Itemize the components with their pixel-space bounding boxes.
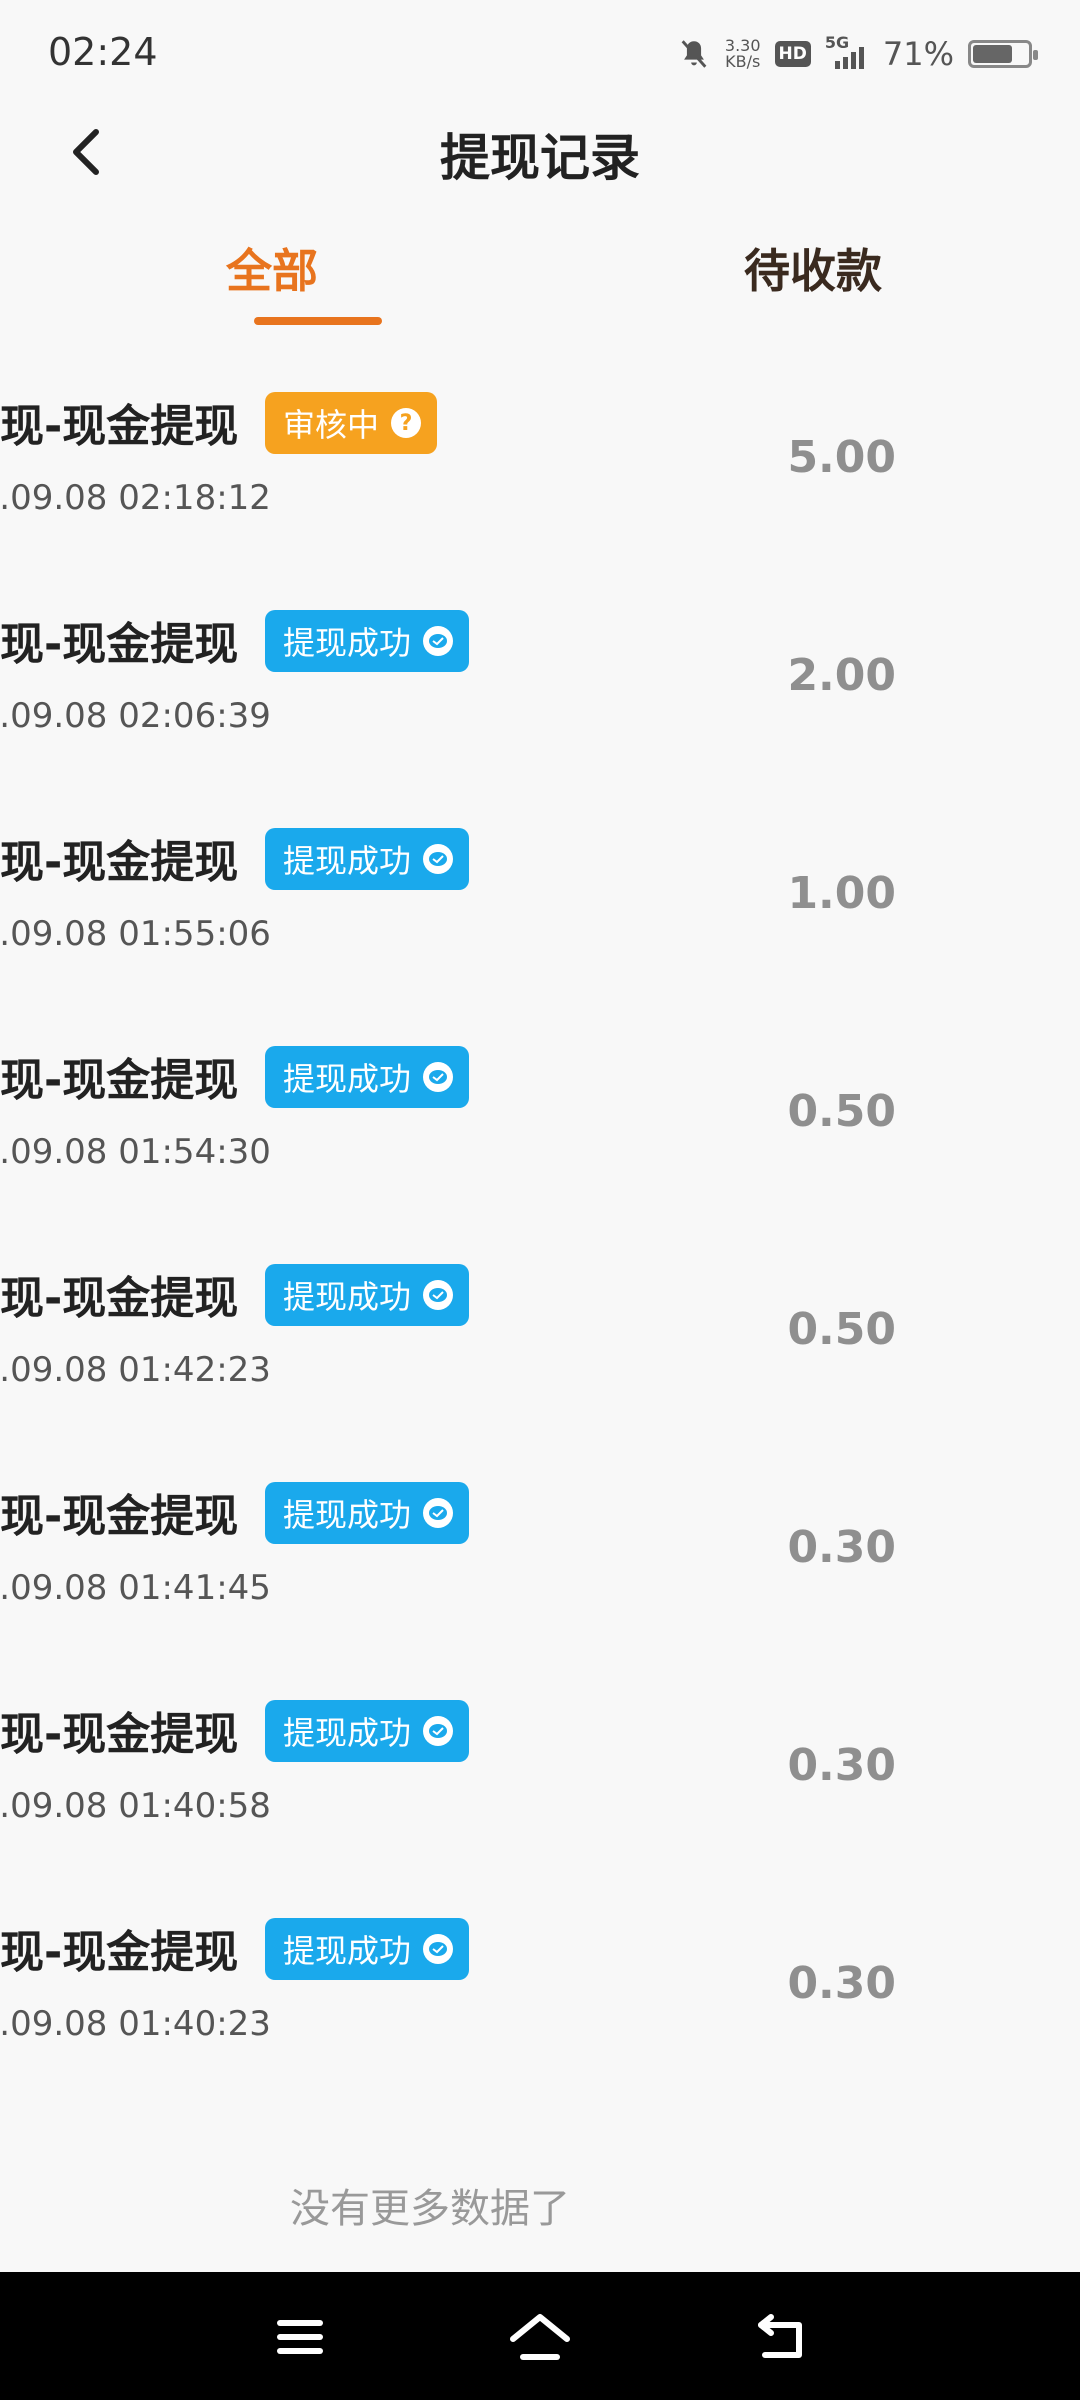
tab-bar: 全部 待收款 xyxy=(0,215,1080,325)
record-time: 26.09.08 01:55:06 xyxy=(0,914,271,954)
active-tab-indicator xyxy=(254,317,382,325)
hd-icon: HD xyxy=(774,41,811,67)
record-time: 26.09.08 02:18:12 xyxy=(0,478,271,518)
record-amount: 0.50 xyxy=(787,1086,896,1137)
tab-all[interactable]: 全部 xyxy=(226,235,318,301)
battery-icon xyxy=(968,40,1038,68)
record-amount: 0.30 xyxy=(787,1740,896,1791)
record-title: 提现-现金提现 xyxy=(0,1273,239,1324)
record-time: 26.09.08 02:06:39 xyxy=(0,696,271,736)
header: 提现记录 xyxy=(0,110,1080,190)
wechat-icon xyxy=(423,626,454,656)
record-title: 提现-现金提现 xyxy=(0,1491,239,1542)
wechat-icon xyxy=(423,1498,454,1528)
network-speed: 3.30 KB/s xyxy=(724,36,761,71)
list-item[interactable]: 提现-现金提现 审核中? 26.09.08 02:18:12 5.00 xyxy=(0,370,1080,570)
menu-icon xyxy=(277,2320,323,2354)
list-item[interactable]: 提现-现金提现 提现成功 26.09.08 01:40:23 0.30 xyxy=(0,1896,1080,2096)
question-icon: ? xyxy=(391,408,422,438)
status-badge: 提现成功 xyxy=(265,1264,470,1326)
record-title: 提现-现金提现 xyxy=(0,1055,239,1106)
wechat-icon xyxy=(423,1062,454,1092)
signal-icon: 5G xyxy=(825,33,869,71)
status-badge: 提现成功 xyxy=(265,610,470,672)
back-nav-button[interactable] xyxy=(746,2302,816,2372)
list-item[interactable]: 提现-现金提现 提现成功 26.09.08 01:40:58 0.30 xyxy=(0,1678,1080,1878)
record-time: 26.09.08 01:40:23 xyxy=(0,2004,271,2044)
list-item[interactable]: 提现-现金提现 提现成功 26.09.08 02:06:39 2.00 xyxy=(0,588,1080,788)
list-item[interactable]: 提现-现金提现 提现成功 26.09.08 01:55:06 1.00 xyxy=(0,806,1080,1006)
status-badge: 提现成功 xyxy=(265,1918,470,1980)
record-time: 26.09.08 01:54:30 xyxy=(0,1132,271,1172)
home-icon xyxy=(510,2314,570,2360)
home-button[interactable] xyxy=(505,2302,575,2372)
list-item[interactable]: 提现-现金提现 提现成功 26.09.08 01:42:23 0.50 xyxy=(0,1242,1080,1442)
record-amount: 1.00 xyxy=(787,868,896,919)
record-amount: 5.00 xyxy=(787,432,896,483)
record-amount: 0.50 xyxy=(787,1304,896,1355)
wechat-icon xyxy=(423,1716,454,1746)
page-title: 提现记录 xyxy=(440,129,640,187)
record-title: 提现-现金提现 xyxy=(0,619,239,670)
record-amount: 2.00 xyxy=(787,650,896,701)
status-badge: 提现成功 xyxy=(265,828,470,890)
record-time: 26.09.08 01:40:58 xyxy=(0,1786,271,1826)
system-nav-bar xyxy=(0,2272,1080,2400)
status-badge: 审核中? xyxy=(265,392,438,454)
record-title: 提现-现金提现 xyxy=(0,401,239,452)
record-time: 26.09.08 01:41:45 xyxy=(0,1568,271,1608)
record-amount: 0.30 xyxy=(787,1958,896,2009)
record-time: 26.09.08 01:42:23 xyxy=(0,1350,271,1390)
record-title: 提现-现金提现 xyxy=(0,1927,239,1978)
record-title: 提现-现金提现 xyxy=(0,1709,239,1760)
status-badge: 提现成功 xyxy=(265,1700,470,1762)
list-item[interactable]: 提现-现金提现 提现成功 26.09.08 01:54:30 0.50 xyxy=(0,1024,1080,1224)
record-title: 提现-现金提现 xyxy=(0,837,239,888)
status-icons: 3.30 KB/s HD 5G 71% xyxy=(677,28,1038,80)
battery-text: 71% xyxy=(882,35,954,73)
back-icon xyxy=(758,2314,802,2358)
menu-button[interactable] xyxy=(265,2302,335,2372)
wechat-icon xyxy=(423,1934,454,1964)
list-item[interactable]: 提现-现金提现 提现成功 26.09.08 01:41:45 0.30 xyxy=(0,1460,1080,1660)
mute-bell-icon xyxy=(677,37,711,71)
wechat-icon xyxy=(423,1280,454,1310)
status-bar: 02:24 3.30 KB/s HD 5G 71% xyxy=(0,0,1080,110)
wechat-icon xyxy=(423,844,454,874)
status-badge: 提现成功 xyxy=(265,1046,470,1108)
record-amount: 0.30 xyxy=(787,1522,896,1573)
no-more-data-text: 没有更多数据了 xyxy=(290,2186,570,2232)
status-time: 02:24 xyxy=(48,30,158,74)
status-badge: 提现成功 xyxy=(265,1482,470,1544)
tab-pending[interactable]: 待收款 xyxy=(744,235,882,301)
